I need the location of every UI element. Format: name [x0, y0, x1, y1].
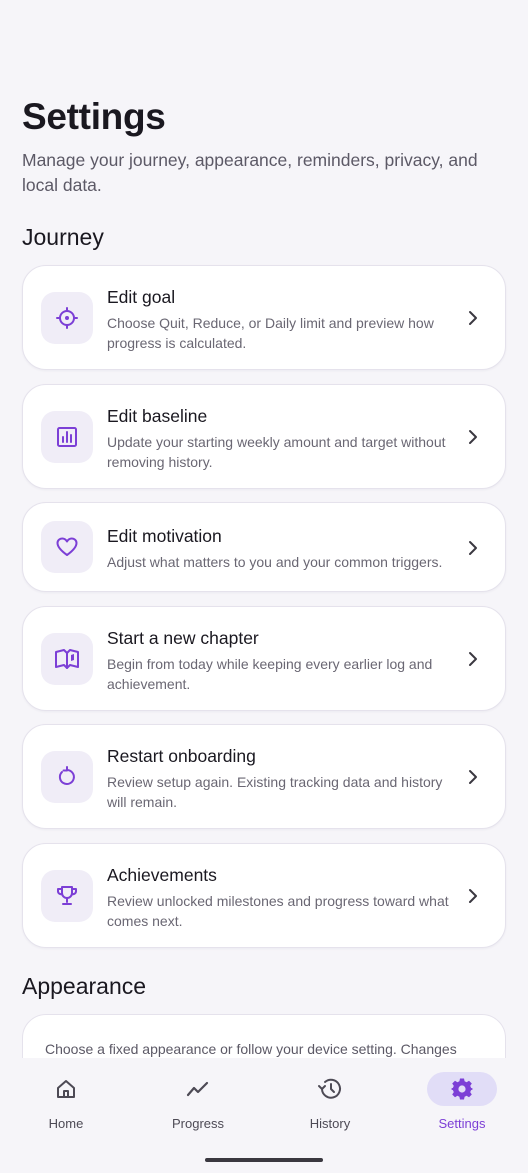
edit-goal-card[interactable]: Edit goal Choose Quit, Reduce, or Daily … — [22, 265, 506, 370]
page-title: Settings — [22, 96, 166, 137]
chevron-right-icon — [469, 770, 477, 784]
bottom-navigation: Home Progress History Settings — [0, 1058, 528, 1173]
card-title: Restart onboarding — [107, 746, 256, 766]
card-description: Review setup again. Existing tracking da… — [107, 774, 443, 810]
trend-icon — [163, 1072, 233, 1106]
nav-progress[interactable]: Progress — [148, 1072, 248, 1152]
restart-icon — [41, 751, 93, 803]
card-title: Edit motivation — [107, 526, 222, 546]
nav-label: Settings — [438, 1116, 486, 1131]
chevron-right-icon — [469, 311, 477, 325]
achievements-card[interactable]: Achievements Review unlocked milestones … — [22, 843, 506, 948]
nav-settings[interactable]: Settings — [412, 1072, 512, 1152]
card-title: Edit goal — [107, 287, 176, 307]
chevron-right-icon — [469, 889, 477, 903]
page-subtitle: Manage your journey, appearance, reminde… — [22, 150, 478, 195]
settings-scroll-area[interactable]: Settings Manage your journey, appearance… — [0, 0, 528, 1058]
edit-motivation-card[interactable]: Edit motivation Adjust what matters to y… — [22, 502, 506, 592]
card-description: Adjust what matters to you and your comm… — [107, 554, 443, 570]
nav-label: Progress — [171, 1116, 225, 1131]
book-icon — [41, 633, 93, 685]
nav-label: History — [309, 1116, 351, 1131]
bar-chart-icon — [41, 411, 93, 463]
chevron-right-icon — [469, 430, 477, 444]
target-icon — [41, 292, 93, 344]
card-description: Begin from today while keeping every ear… — [107, 656, 433, 692]
chevron-right-icon — [469, 541, 477, 555]
card-title: Start a new chapter — [107, 628, 259, 648]
home-indicator[interactable] — [205, 1158, 323, 1162]
card-description: Update your starting weekly amount and t… — [107, 434, 446, 470]
trophy-icon — [41, 870, 93, 922]
edit-baseline-card[interactable]: Edit baseline Update your starting weekl… — [22, 384, 506, 489]
section-title-journey: Journey — [22, 224, 104, 250]
new-chapter-card[interactable]: Start a new chapter Begin from today whi… — [22, 606, 506, 711]
gear-icon — [427, 1072, 497, 1106]
card-title: Edit baseline — [107, 406, 208, 426]
home-icon — [31, 1072, 101, 1106]
nav-history[interactable]: History — [280, 1072, 380, 1152]
appearance-card: Choose a fixed appearance or follow your… — [22, 1014, 506, 1058]
nav-label: Home — [48, 1116, 84, 1131]
heart-icon — [41, 521, 93, 573]
nav-home[interactable]: Home — [16, 1072, 116, 1152]
section-title-appearance: Appearance — [22, 973, 147, 999]
restart-onboarding-card[interactable]: Restart onboarding Review setup again. E… — [22, 724, 506, 829]
card-title: Achievements — [107, 865, 217, 885]
card-description: Choose Quit, Reduce, or Daily limit and … — [107, 315, 434, 351]
card-description: Review unlocked milestones and progress … — [107, 893, 449, 929]
appearance-description: Choose a fixed appearance or follow your… — [45, 1041, 457, 1057]
history-icon — [295, 1072, 365, 1106]
chevron-right-icon — [469, 652, 477, 666]
